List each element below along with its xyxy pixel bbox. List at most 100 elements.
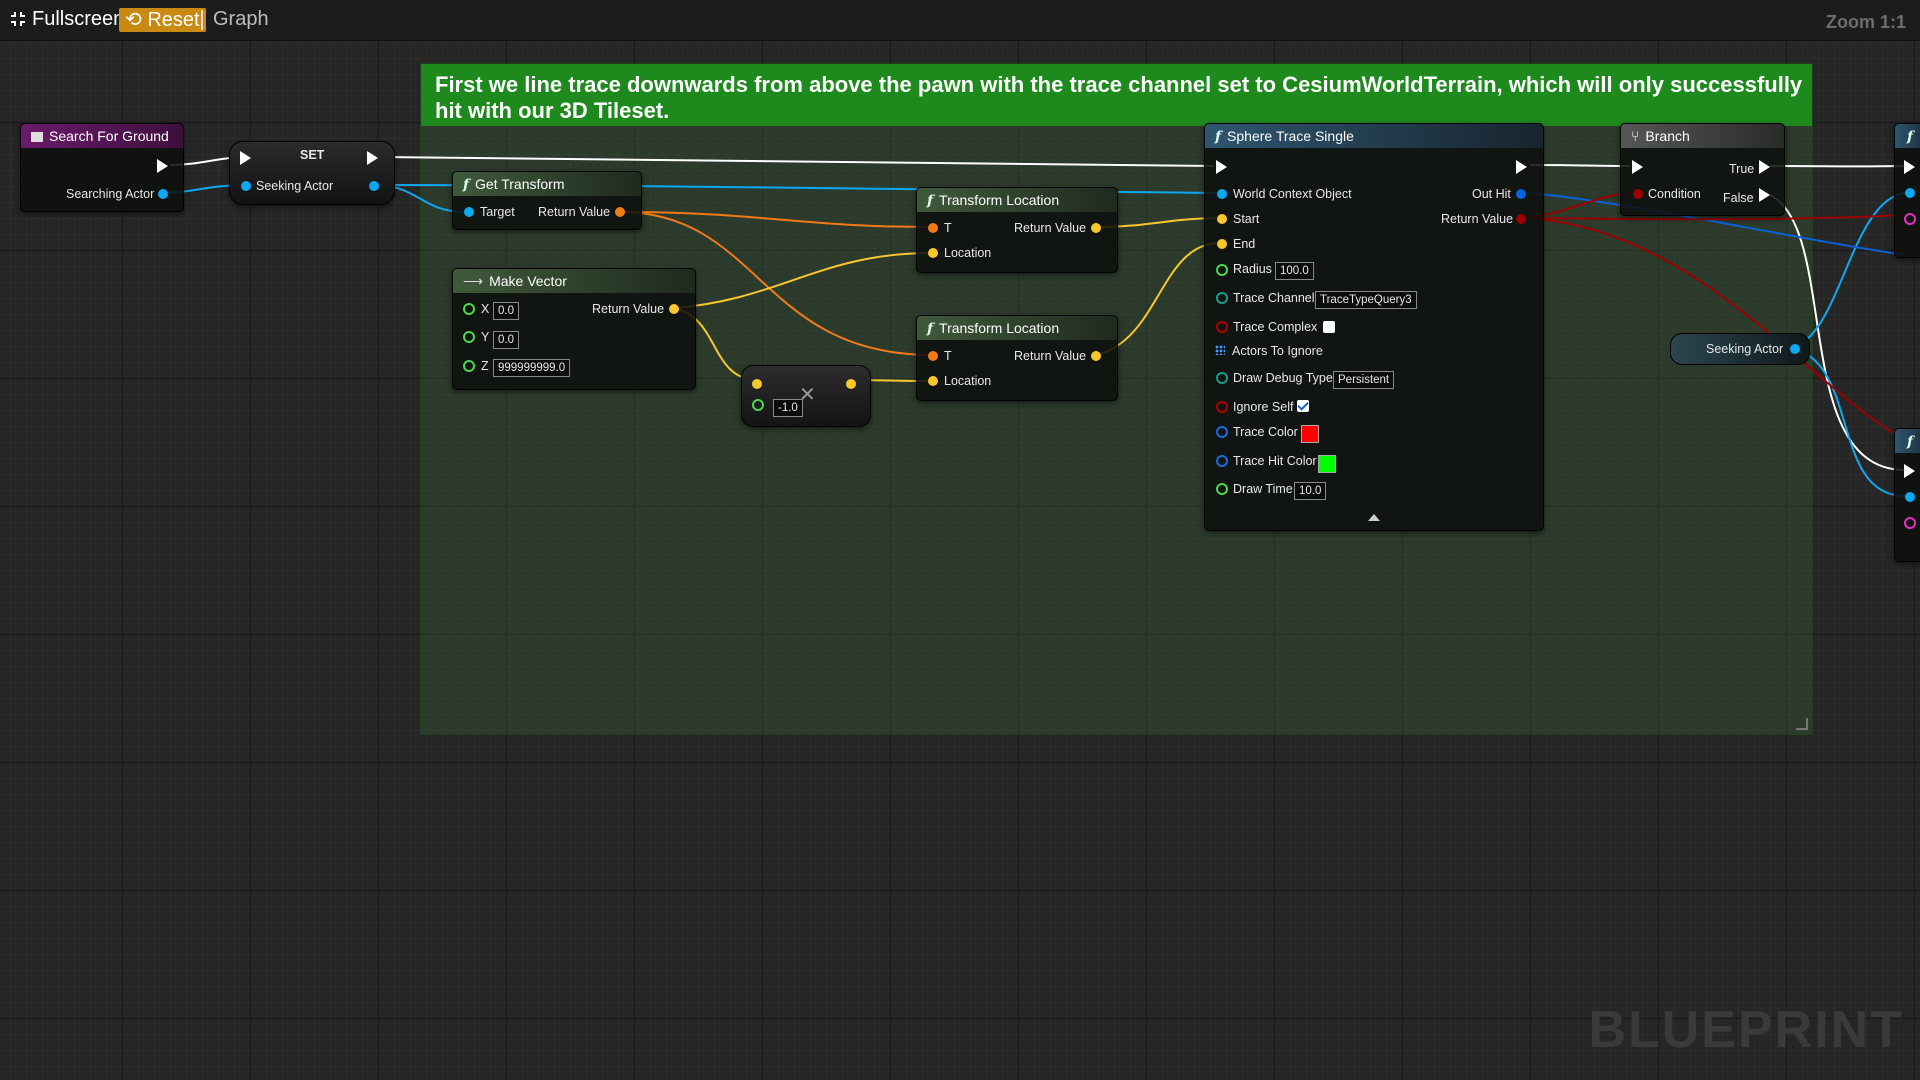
pin-label-draw-debug-type: Draw Debug Type [1233,371,1333,385]
pin-label-draw-time: Draw Time [1233,482,1293,496]
location-pin[interactable] [928,248,938,258]
struct-in-pin[interactable] [1904,517,1916,529]
trace-hit-color-swatch[interactable] [1318,455,1336,473]
pin-label-searching-actor: Searching Actor [66,187,155,201]
draw-time-pin[interactable] [1216,483,1228,495]
seeking-actor-out-pin[interactable] [1790,344,1800,354]
pin-label-trace-color: Trace Color [1233,425,1298,439]
pin-label-return-value: Return Value [1441,212,1514,226]
pin-label-start: Start [1233,212,1260,226]
seeking-actor-getter-node[interactable]: Seeking Actor [1670,333,1810,365]
trace-color-swatch[interactable] [1301,425,1319,443]
y-pin[interactable] [463,331,475,343]
node-title: SET [300,148,325,162]
radius-pin[interactable] [1216,264,1228,276]
end-pin[interactable] [1217,239,1227,249]
exec-in-pin[interactable] [1904,464,1915,478]
get-transform-node[interactable]: f Get Transform Target Return Value [452,171,642,230]
exec-out-pin[interactable] [157,159,168,173]
set-node[interactable]: SET Seeking Actor [229,141,395,205]
seeking-actor-out-pin[interactable] [369,181,379,191]
vector-in-pin[interactable] [752,379,762,389]
node-title: Make Vector [489,273,567,289]
pin-label-ignore-self: Ignore Self [1233,400,1294,414]
node-title: Transform Location [939,192,1060,208]
pin-label-x: X [481,302,490,316]
transform-location-node-1[interactable]: f Transform Location T Location Return Va… [916,187,1118,273]
branch-node[interactable]: ⑂ Branch Condition True False [1620,123,1785,216]
draw-debug-type-dropdown[interactable]: Persistent [1333,371,1395,389]
return-value-pin[interactable] [1091,223,1101,233]
return-value-pin[interactable] [1516,214,1526,224]
float-in-pin[interactable] [752,399,764,411]
sphere-trace-single-node[interactable]: f Sphere Trace Single World Context Objec… [1204,123,1544,531]
node-title: Transform Location [939,320,1060,336]
collapse-advanced-icon[interactable] [1368,514,1380,521]
false-exec-pin[interactable] [1759,188,1770,202]
transform-location-node-2[interactable]: f Transform Location T Location Return Va… [916,315,1118,401]
object-in-pin[interactable] [1905,492,1915,502]
t-pin[interactable] [928,351,938,361]
exec-out-pin[interactable] [1516,160,1527,174]
true-exec-pin[interactable] [1759,160,1770,174]
trace-complex-pin[interactable] [1216,321,1228,333]
array-icon[interactable] [1215,345,1225,355]
event-node-search-for-ground[interactable]: Search For Ground Searching Actor [20,123,184,212]
multiplier-value-input[interactable]: -1.0 [773,399,803,417]
node-title: Search For Ground [49,128,169,144]
start-pin[interactable] [1217,214,1227,224]
world-context-pin[interactable] [1217,189,1227,199]
out-hit-pin[interactable] [1516,189,1526,199]
pin-label-target: Target [480,205,515,219]
object-in-pin[interactable] [1905,188,1915,198]
exec-in-pin[interactable] [1216,160,1227,174]
partial-node-top-right[interactable]: f [1894,123,1920,258]
target-pin[interactable] [464,207,474,217]
exec-in-pin[interactable] [1632,160,1643,174]
struct-in-pin[interactable] [1904,213,1916,225]
exec-in-pin[interactable] [240,151,251,165]
exec-out-pin[interactable] [367,151,378,165]
z-pin[interactable] [463,360,475,372]
location-pin[interactable] [928,376,938,386]
return-value-pin[interactable] [669,304,679,314]
exec-in-pin[interactable] [1904,160,1915,174]
ignore-self-checkbox[interactable] [1297,400,1309,412]
pin-label-condition: Condition [1648,187,1701,201]
t-pin[interactable] [928,223,938,233]
function-icon: f [463,177,470,193]
return-value-pin[interactable] [615,207,625,217]
trace-channel-pin[interactable] [1216,292,1228,304]
variable-label: Seeking Actor [1706,342,1784,356]
seeking-actor-in-pin[interactable] [241,181,251,191]
trace-hit-color-pin[interactable] [1216,455,1228,467]
node-header: Search For Ground [21,124,183,148]
searching-actor-pin[interactable] [158,189,168,199]
pin-label-trace-channel: Trace Channel [1233,291,1315,305]
x-pin[interactable] [463,303,475,315]
draw-debug-type-pin[interactable] [1216,372,1228,384]
pin-label-return-value: Return Value [592,302,665,316]
pin-label-true: True [1729,162,1755,176]
function-icon: f [1907,434,1914,450]
partial-node-bottom-right[interactable]: f [1894,428,1920,562]
node-header: f Get Transform [453,172,641,196]
x-value-input[interactable]: 0.0 [493,302,519,320]
trace-channel-dropdown[interactable]: TraceTypeQuery3 [1315,291,1417,309]
y-value-input[interactable]: 0.0 [493,331,519,349]
node-header: ⑂ Branch [1621,124,1784,148]
z-value-input[interactable]: 999999999.0 [493,359,571,377]
draw-time-input[interactable]: 10.0 [1294,482,1327,500]
trace-complex-checkbox[interactable] [1323,321,1335,333]
node-header: f [1895,429,1920,453]
make-vector-node[interactable]: ⟶ Make Vector X 0.0 Y 0.0 Z 999999999.0 R… [452,268,696,390]
event-icon [31,132,43,142]
ignore-self-pin[interactable] [1216,401,1228,413]
radius-input[interactable]: 100.0 [1275,262,1314,280]
condition-pin[interactable] [1633,189,1643,199]
trace-color-pin[interactable] [1216,426,1228,438]
vector-out-pin[interactable] [846,379,856,389]
multiply-node[interactable]: ✕ -1.0 [741,365,871,427]
pin-label-location: Location [944,374,992,388]
return-value-pin[interactable] [1091,351,1101,361]
